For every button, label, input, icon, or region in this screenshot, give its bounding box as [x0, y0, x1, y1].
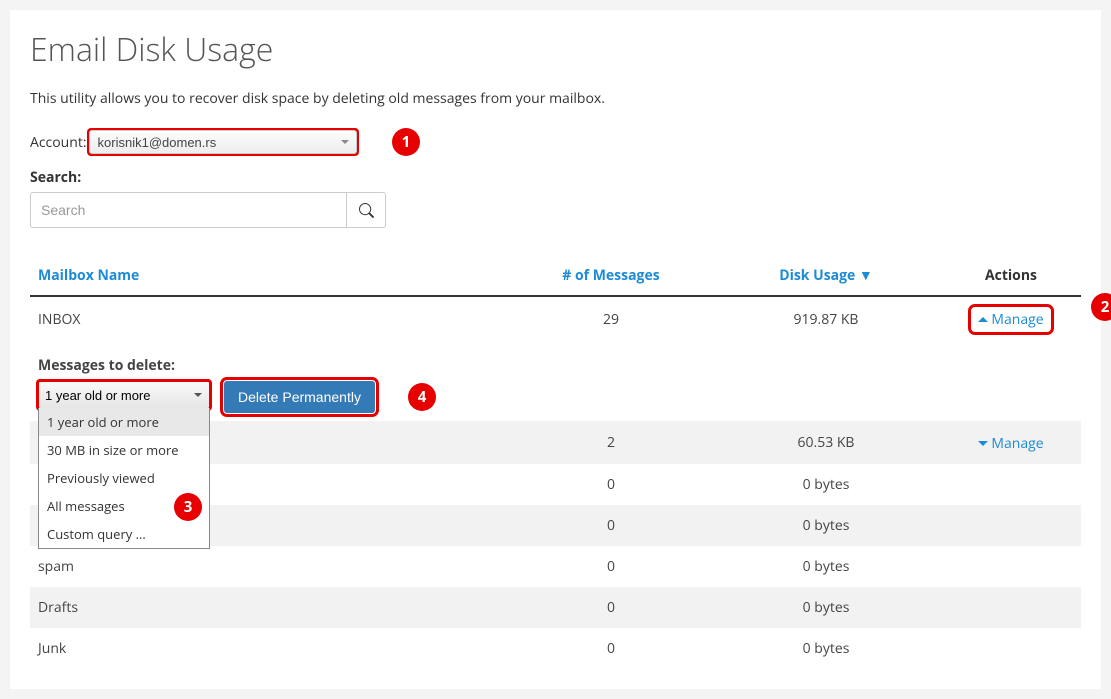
account-select[interactable]: korisnik1@domen.rs	[89, 130, 357, 154]
chevron-down-icon	[978, 441, 988, 446]
dropdown-option[interactable]: 30 MB in size or more	[39, 436, 209, 464]
table-row: spam 0 0 bytes	[30, 546, 1081, 587]
annotation-badge-1: 1	[392, 128, 420, 156]
annotation-badge-3: 3	[174, 493, 202, 521]
search-input[interactable]	[30, 192, 346, 228]
message-count: 0	[511, 464, 711, 505]
table-row: Drafts 0 0 bytes	[30, 587, 1081, 628]
message-count: 0	[511, 587, 711, 628]
annotation-badge-4: 4	[408, 383, 436, 411]
intro-text: This utility allows you to recover disk …	[30, 89, 1081, 108]
mailbox-name: spam	[30, 546, 511, 587]
search-label: Search:	[30, 168, 1081, 187]
message-count: 29	[511, 296, 711, 342]
search-button[interactable]	[346, 192, 386, 228]
dropdown-option[interactable]: 1 year old or more	[39, 408, 209, 436]
annotation-badge-2: 2	[1091, 293, 1111, 321]
message-count: 0	[511, 505, 711, 546]
col-actions: Actions	[941, 256, 1081, 296]
messages-to-delete-label: Messages to delete:	[38, 356, 1073, 375]
manage-link[interactable]: Manage	[972, 308, 1049, 331]
mailbox-name: INBOX	[30, 296, 511, 342]
dropdown-option[interactable]: Previously viewed	[39, 464, 209, 492]
mailbox-table: Mailbox Name # of Messages Disk Usage ▼ …	[30, 256, 1081, 669]
mailbox-name: Drafts	[30, 587, 511, 628]
disk-usage: 0 bytes	[711, 464, 941, 505]
disk-usage: 60.53 KB	[711, 421, 941, 464]
message-count: 0	[511, 546, 711, 587]
manage-label: Manage	[991, 310, 1043, 329]
disk-usage: 0 bytes	[711, 546, 941, 587]
message-count: 0	[511, 628, 711, 669]
delete-permanently-button[interactable]: Delete Permanently	[224, 381, 375, 413]
disk-usage: 0 bytes	[711, 587, 941, 628]
col-message-count[interactable]: # of Messages	[511, 256, 711, 296]
delete-criteria-select[interactable]: 1 year old or more	[38, 381, 210, 409]
page-title: Email Disk Usage	[30, 28, 1081, 71]
message-count: 2	[511, 421, 711, 464]
col-mailbox-name[interactable]: Mailbox Name	[30, 256, 511, 296]
disk-usage: 0 bytes	[711, 505, 941, 546]
dropdown-option[interactable]: Custom query …	[39, 520, 209, 548]
disk-usage: 0 bytes	[711, 628, 941, 669]
table-row: Junk 0 0 bytes	[30, 628, 1081, 669]
manage-link[interactable]: Manage	[978, 434, 1043, 453]
mailbox-name: Junk	[30, 628, 511, 669]
chevron-up-icon	[978, 317, 988, 322]
delete-criteria-dropdown: 1 year old or more 30 MB in size or more…	[38, 408, 210, 549]
search-icon	[359, 203, 374, 218]
table-row: INBOX 29 919.87 KB Manage 2	[30, 296, 1081, 342]
disk-usage: 919.87 KB	[711, 296, 941, 342]
account-label: Account:	[30, 133, 87, 152]
expanded-row: Messages to delete: 1 year old or more 1…	[30, 342, 1081, 421]
manage-label: Manage	[991, 434, 1043, 453]
col-disk-usage[interactable]: Disk Usage ▼	[711, 256, 941, 296]
